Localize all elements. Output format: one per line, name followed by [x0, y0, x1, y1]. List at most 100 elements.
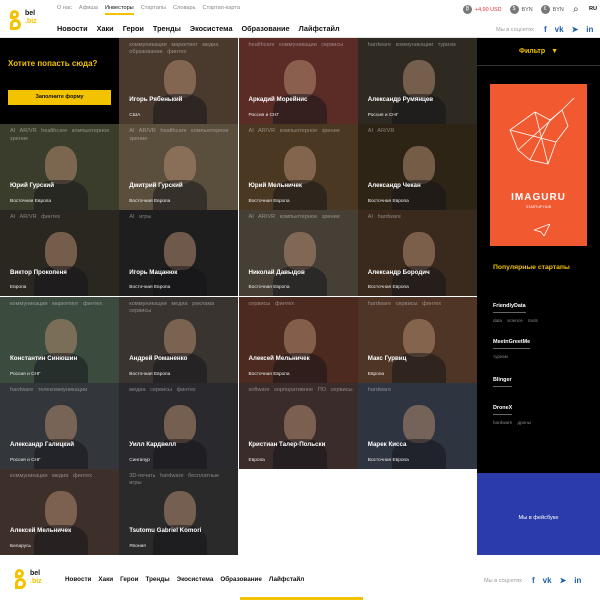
top-nav-item[interactable]: О нас: [57, 5, 72, 15]
investor-name: Марек Кисса: [367, 441, 407, 448]
investor-card[interactable]: коммуникации медиа финтех Алексей Мельнич…: [0, 469, 119, 555]
telegram-icon[interactable]: ➤: [560, 576, 567, 585]
vk-icon[interactable]: vk: [555, 25, 564, 34]
top-nav-item[interactable]: Инвесторы: [105, 5, 134, 15]
language-switch[interactable]: RU: [589, 6, 597, 12]
investor-region: Япония: [129, 544, 146, 549]
top-nav-item[interactable]: Словарь: [173, 5, 196, 15]
footer-nav-item[interactable]: Новости: [65, 576, 91, 583]
euro-icon: €: [540, 5, 550, 14]
main-nav-item[interactable]: Герои: [123, 24, 144, 33]
investor-card[interactable]: 3D-печать hardware бесплатные игры Tsutom…: [119, 469, 239, 555]
investor-card[interactable]: AI игры Игорь Мацанюк Восточная Европа: [119, 210, 239, 297]
investor-card[interactable]: hardware сервисы финтех Макс Гурвиц Европа: [357, 296, 477, 383]
facebook-block[interactable]: Мы в фейсбуке: [477, 473, 600, 563]
investor-card[interactable]: software корпоративное ПО сервисы Кристиа…: [238, 382, 358, 469]
top-nav-item[interactable]: Стартапы: [141, 5, 166, 15]
main-nav-item[interactable]: Экосистема: [190, 24, 233, 33]
footer-nav-item[interactable]: Хаки: [98, 576, 113, 583]
photo-face: [45, 318, 77, 357]
footer-nav-item[interactable]: Экосистема: [177, 576, 214, 583]
startup-item[interactable]: MeetnGreetMe туризм: [493, 330, 588, 359]
startup-name[interactable]: FriendlyData: [493, 303, 526, 313]
investor-card[interactable]: коммуникации маркетинг финтех Константин …: [0, 296, 119, 383]
footer-nav-item[interactable]: Тренды: [145, 576, 169, 583]
investor-card[interactable]: hardware Марек Кисса Восточная Европа: [357, 382, 477, 469]
investor-card[interactable]: коммуникации маркетинг медиа образование…: [119, 38, 239, 124]
investor-name: Юрий Мельничек: [248, 182, 303, 190]
search-icon[interactable]: ⌕: [573, 4, 579, 15]
investor-card[interactable]: AI AR/VR Александр Чекан Восточная Европа: [357, 124, 477, 211]
imaguru-banner[interactable]: IMAGURU STARTUP HUB: [490, 84, 587, 246]
investor-card[interactable]: AI AR/VR финтех Виктор Прокопеня Европа: [0, 210, 119, 297]
footer-logo[interactable]: bel .biz: [15, 569, 53, 591]
investor-region: Восточная Европа: [248, 371, 290, 377]
photo-face: [283, 146, 316, 185]
startup-item[interactable]: Blinger: [493, 368, 588, 387]
fill-form-button[interactable]: Заполните форму: [8, 90, 111, 105]
investor-card[interactable]: healthcare коммуникации сервисы Аркадий М…: [238, 38, 358, 124]
main-nav-item[interactable]: Лайфстайл: [299, 24, 340, 33]
footer-nav-item[interactable]: Образование: [220, 576, 262, 583]
logo-text: bel: [25, 10, 36, 17]
investor-card[interactable]: AI AR/VR healthcare компьютерное зрение Ю…: [0, 124, 119, 211]
logo[interactable]: bel .biz: [10, 8, 48, 34]
top-nav-item[interactable]: Стартап-карта: [203, 5, 240, 15]
telegram-icon[interactable]: ➤: [572, 25, 579, 34]
investor-name: Аркадий Морейнис: [248, 96, 308, 104]
investor-name: Макс Гурвиц: [367, 354, 407, 362]
startup-name[interactable]: MeetnGreetMe: [493, 339, 531, 349]
main-nav-item[interactable]: Хаки: [97, 24, 114, 33]
investor-name: Игорь Мацанюк: [129, 268, 178, 276]
investor-name: Уилл Кардвелл: [129, 441, 177, 448]
investor-card[interactable]: hardware телекоммуникации Александр Галиц…: [0, 382, 119, 469]
header: bel .biz О нас Афиша Инвесторы Стартапы Слов…: [0, 0, 600, 38]
investor-region: Европа: [367, 371, 385, 377]
startup-item[interactable]: DroneX hardware дроны: [493, 396, 588, 425]
investor-tags: AI AR/VR финтех: [10, 214, 61, 221]
investor-name: Виктор Прокопеня: [10, 268, 67, 276]
startup-name[interactable]: Blinger: [493, 377, 512, 387]
investor-tags: AI AR/VR компьютерное зрение: [248, 128, 340, 135]
linkedin-icon[interactable]: in: [586, 25, 593, 34]
investor-card[interactable]: сервисы финтех Алексей Мельничек Восточная…: [238, 296, 358, 383]
startup-item[interactable]: FriendlyData data science tools: [493, 294, 588, 323]
main-nav-item[interactable]: Образование: [242, 24, 290, 33]
investor-region: Россия и СНГ: [10, 457, 41, 463]
investor-name: Николай Давыдов: [248, 268, 305, 276]
investor-card[interactable]: коммуникации медиа реклама сервисы Андрей…: [119, 296, 239, 383]
footer-nav-item[interactable]: Герои: [120, 576, 138, 583]
filter-label: Фильтр: [518, 48, 546, 55]
investor-card[interactable]: AI AR/VR healthcare компьютерное зрение Д…: [119, 124, 239, 211]
logo-domain: .biz: [30, 578, 42, 585]
investor-name: Андрей Романенко: [129, 354, 188, 362]
main-nav-item[interactable]: Новости: [57, 24, 88, 33]
investor-tags: hardware коммуникации туризм: [367, 42, 456, 48]
linkedin-icon[interactable]: in: [574, 576, 581, 585]
investor-card[interactable]: hardware коммуникации туризм Александр Ру…: [357, 38, 477, 124]
logo-domain: .biz: [25, 18, 37, 25]
investor-card[interactable]: AI AR/VR компьютерное зрение Юрий Мельнич…: [238, 124, 358, 211]
startup-tags: hardware дроны: [493, 420, 532, 425]
investor-tags: hardware телекоммуникации: [10, 386, 88, 393]
investor-card[interactable]: AI hardware Александр Бородич Восточная Ев…: [357, 210, 477, 297]
investor-card[interactable]: AI AR/VR компьютерное зрение Николай Давы…: [238, 210, 358, 297]
investor-tags: AI AR/VR компьютерное зрение: [248, 214, 340, 221]
investor-region: Восточная Европа: [367, 285, 409, 291]
facebook-icon[interactable]: f: [532, 576, 535, 585]
photo-face: [164, 146, 197, 185]
main-nav-item[interactable]: Тренды: [153, 24, 181, 33]
investors-grid: Хотите попасть сюда? Заполните форму ком…: [0, 38, 477, 555]
photo-face: [164, 491, 197, 529]
footer-nav: Новости Хаки Герои Тренды Экосистема Образова…: [65, 576, 304, 583]
investor-card[interactable]: медиа сервисы финтех Уилл Кардвелл Сингапу…: [119, 382, 239, 469]
startup-name[interactable]: DroneX: [493, 405, 513, 415]
top-nav-item[interactable]: Афиша: [79, 5, 98, 15]
popular-startups-title: Популярные стартапы: [493, 264, 570, 271]
vk-icon[interactable]: vk: [543, 576, 552, 585]
facebook-icon[interactable]: f: [544, 25, 547, 34]
filter-button[interactable]: Фильтр ▼: [477, 38, 600, 66]
footer-nav-item[interactable]: Лайфстайл: [269, 576, 304, 583]
investor-tags: 3D-печать hardware бесплатные игры: [129, 473, 220, 487]
photo-face: [402, 232, 435, 271]
